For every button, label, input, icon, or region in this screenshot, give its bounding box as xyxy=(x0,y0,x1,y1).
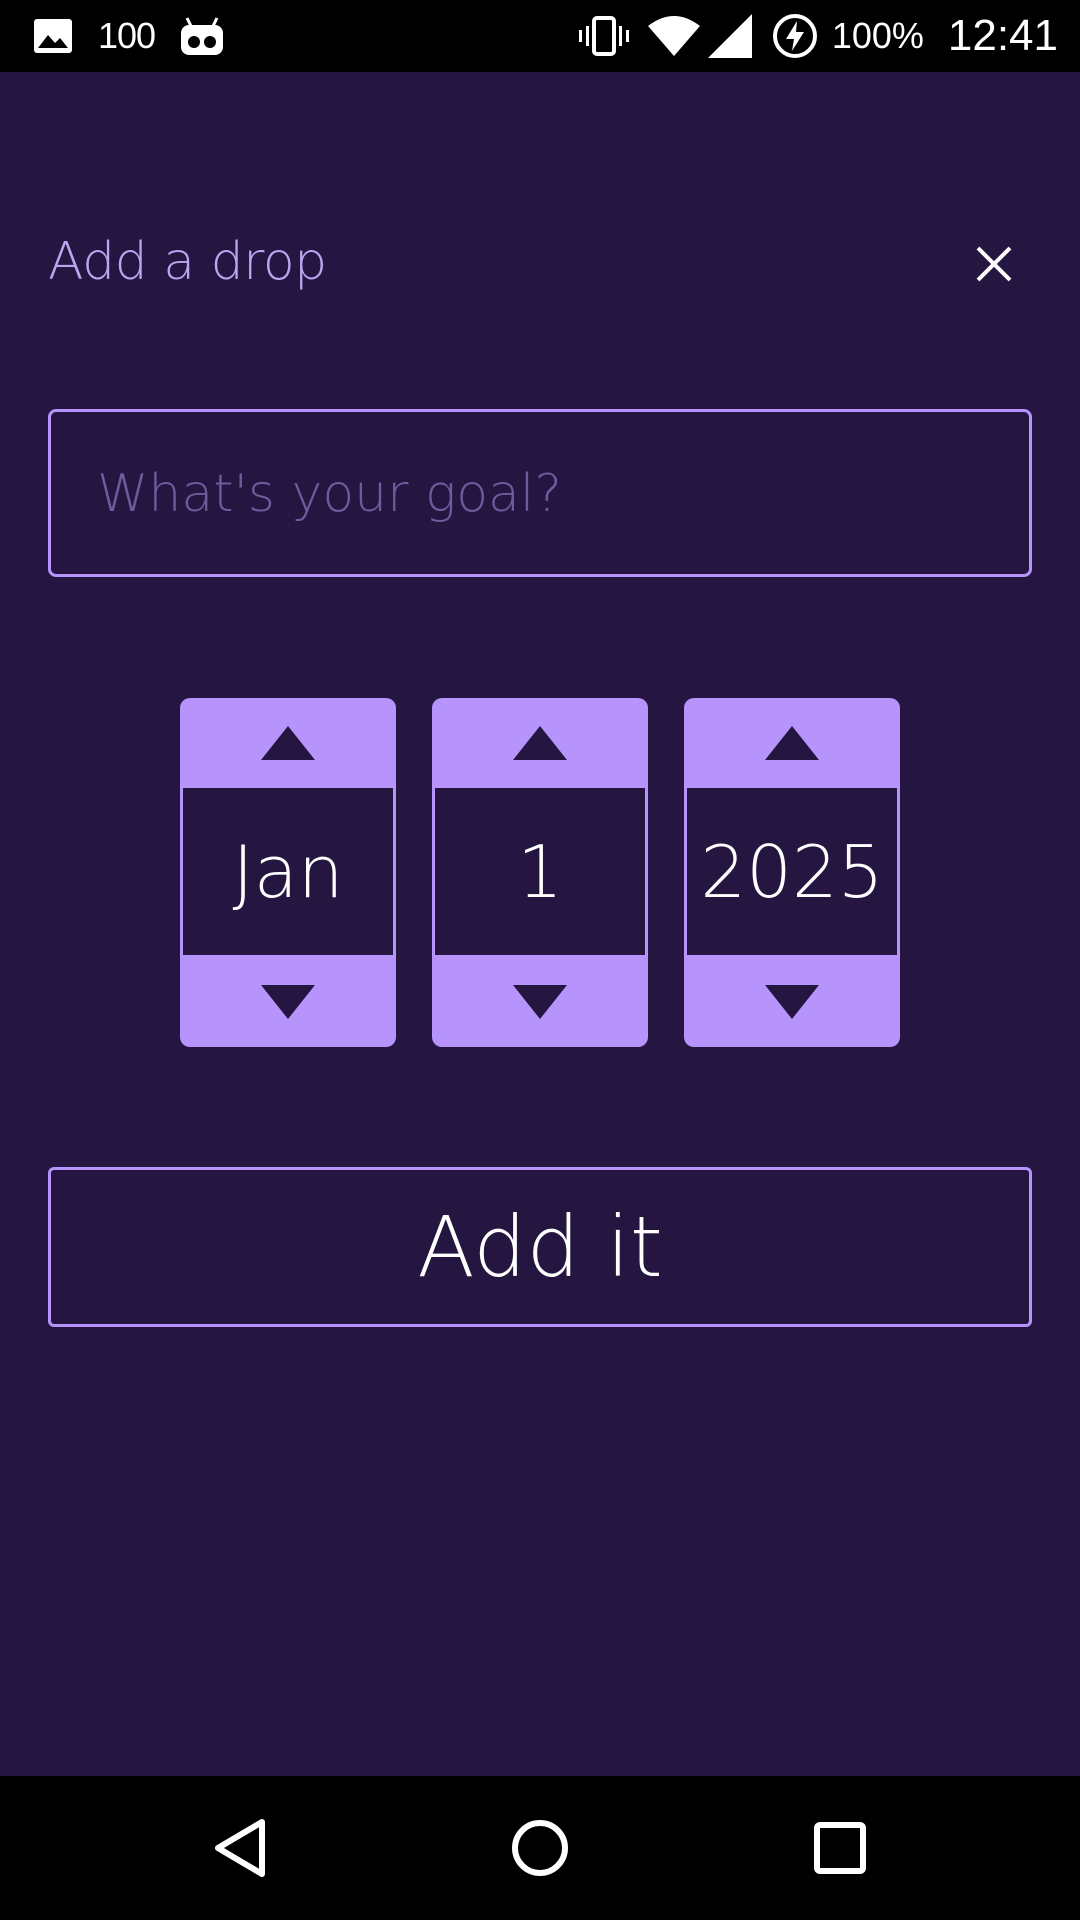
year-decrement-button[interactable] xyxy=(684,957,900,1047)
close-icon xyxy=(976,246,1012,282)
arrow-up-icon xyxy=(765,726,819,760)
arrow-down-icon xyxy=(261,985,315,1019)
battery-percent: 100% xyxy=(831,15,924,56)
close-button[interactable] xyxy=(968,238,1020,290)
vibrate-icon xyxy=(576,16,632,56)
navigation-bar xyxy=(0,1776,1080,1920)
month-increment-button[interactable] xyxy=(180,698,396,788)
arrow-down-icon xyxy=(765,985,819,1019)
cyanogen-bot-icon xyxy=(179,16,225,56)
day-increment-button[interactable] xyxy=(432,698,648,788)
home-icon xyxy=(510,1818,570,1878)
home-button[interactable] xyxy=(468,1776,612,1920)
back-button[interactable] xyxy=(168,1776,312,1920)
recents-button[interactable] xyxy=(768,1776,912,1920)
signal-icon xyxy=(707,14,752,58)
clock: 12:41 xyxy=(947,11,1058,60)
month-decrement-button[interactable] xyxy=(180,957,396,1047)
battery-charging-icon xyxy=(772,13,818,59)
status-bar: 100 100% 12:41 xyxy=(0,0,1080,72)
arrow-up-icon xyxy=(513,726,567,760)
wifi-icon xyxy=(647,16,700,56)
add-drop-screen: 100 100% 12:41 Add a drop What's your go… xyxy=(0,0,1080,1920)
month-value: Jan xyxy=(183,788,393,955)
notification-count: 100 xyxy=(98,15,156,56)
image-icon xyxy=(34,19,72,53)
goal-field xyxy=(48,409,1032,577)
year-picker: 2025 xyxy=(684,698,900,1047)
page-title: Add a drop xyxy=(48,232,327,292)
status-bar-left: 100 xyxy=(34,0,225,72)
day-value: 1 xyxy=(435,788,645,955)
back-icon xyxy=(212,1818,268,1878)
arrow-up-icon xyxy=(261,726,315,760)
add-it-button[interactable]: Add it xyxy=(48,1167,1032,1327)
day-decrement-button[interactable] xyxy=(432,957,648,1047)
day-picker: 1 xyxy=(432,698,648,1047)
goal-input[interactable] xyxy=(95,412,999,576)
year-value: 2025 xyxy=(687,788,897,955)
status-bar-right: 100% 12:41 xyxy=(576,0,1058,72)
arrow-down-icon xyxy=(513,985,567,1019)
recents-icon xyxy=(814,1822,866,1874)
year-increment-button[interactable] xyxy=(684,698,900,788)
month-picker: Jan xyxy=(180,698,396,1047)
